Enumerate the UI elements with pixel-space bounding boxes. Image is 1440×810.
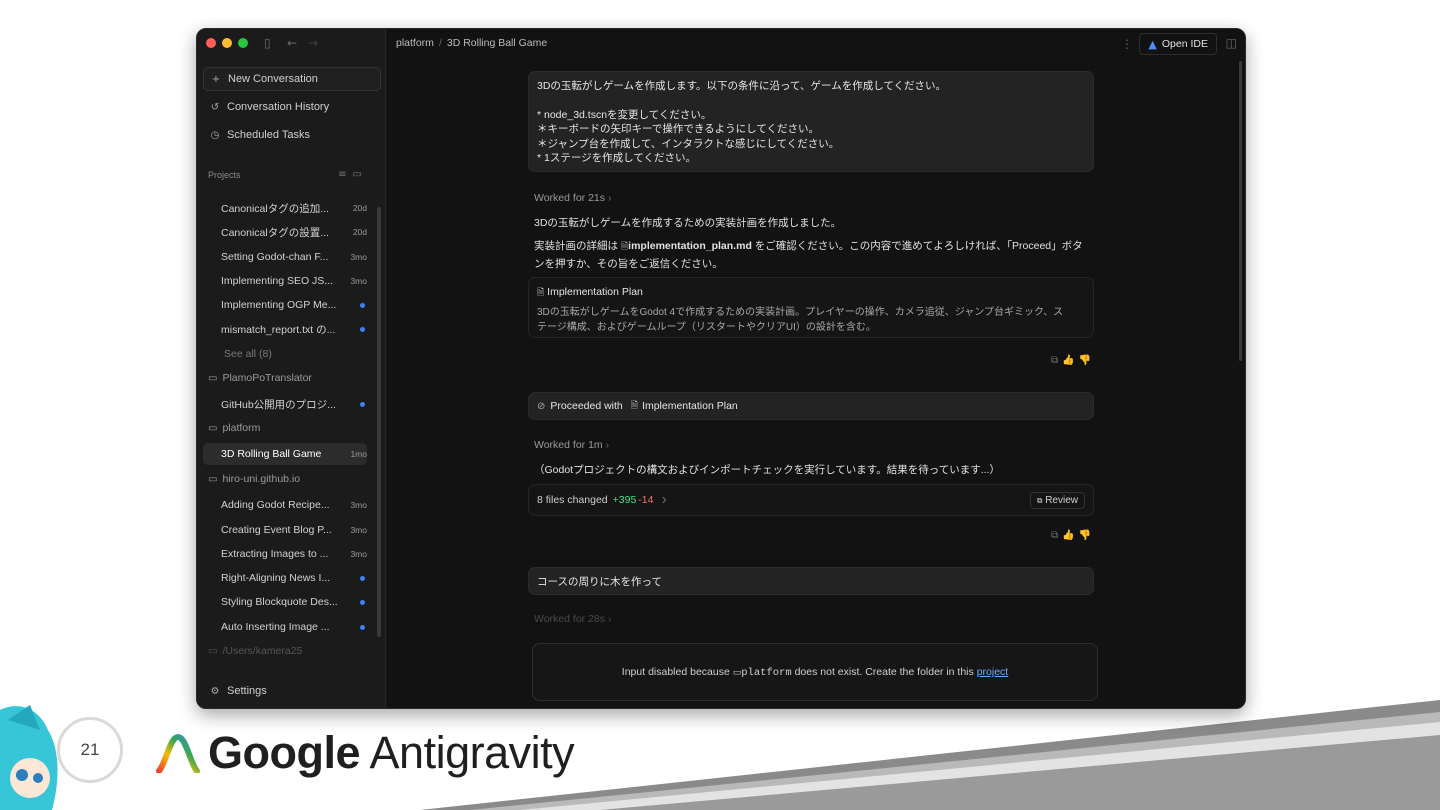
conversation-item[interactable]: Implementing SEO JS... 3mo [221, 270, 367, 292]
sidebar: ▯ ← → + New Conversation ↺ Conversation … [197, 29, 386, 708]
projects-header: Projects ≡▭ [208, 169, 368, 180]
feedback-actions: ⧉👍👎 [1051, 530, 1095, 541]
clock-icon: ◷ [210, 129, 220, 141]
worked-duration[interactable]: Worked for 28s › [534, 613, 611, 625]
thumbs-down-icon[interactable]: 👎 [1079, 355, 1095, 366]
folder-icon: ▭ [732, 668, 742, 678]
filter-icon[interactable]: ≡ [338, 169, 352, 180]
conversation-item[interactable]: Canonicalタグの設置... 20d [221, 221, 367, 243]
file-icon: 🗎 [537, 288, 545, 298]
breadcrumb: platform/3D Rolling Ball Game [396, 37, 548, 49]
close-window-button[interactable] [206, 38, 216, 48]
back-arrow-icon[interactable]: ← [287, 36, 297, 50]
conversation-item[interactable]: Setting Godot-chan F... 3mo [221, 246, 367, 268]
unread-badge [360, 326, 365, 332]
more-options-icon[interactable]: ⋮ [1121, 37, 1133, 51]
conversation-item[interactable]: Auto Inserting Image ... [221, 616, 367, 638]
folder-icon: ▭ [208, 473, 218, 485]
unread-badge [360, 302, 365, 308]
worked-duration[interactable]: Worked for 1m › [534, 439, 609, 451]
minimize-window-button[interactable] [222, 38, 232, 48]
unread-badge [360, 624, 365, 630]
conversation-item[interactable]: Styling Blockquote Des... [221, 591, 367, 613]
new-folder-icon[interactable]: ▭ [353, 169, 368, 180]
files-changed-row[interactable]: 8 files changed +395 -14 › ⧉ Review [528, 484, 1094, 516]
thumbs-up-icon[interactable]: 👍 [1062, 355, 1078, 366]
project-link[interactable]: project [977, 666, 1009, 678]
breadcrumb-page: 3D Rolling Ball Game [446, 37, 548, 49]
unread-badge [360, 401, 365, 407]
conversation-history-link[interactable]: ↺ Conversation History [203, 96, 379, 118]
page-number: 21 [57, 717, 123, 783]
user-message: コースの周りに木を作って [528, 567, 1094, 595]
gear-icon: ⚙ [210, 685, 220, 697]
see-all-link[interactable]: See all (8) [224, 343, 370, 365]
conversation-item[interactable]: Extracting Images to ... 3mo [221, 543, 367, 565]
implementation-plan-card[interactable]: 🗎 Implementation Plan 3Dの玉転がしゲームをGodot 4… [528, 277, 1094, 338]
chevron-right-icon: › [661, 491, 667, 508]
history-icon: ↺ [210, 101, 220, 113]
assistant-text: 3Dの玉転がしゲームを作成するための実装計画を作成しました。 [534, 217, 842, 229]
forward-arrow-icon[interactable]: → [308, 36, 318, 50]
scheduled-tasks-link[interactable]: ◷ Scheduled Tasks [203, 124, 379, 146]
conversation-item[interactable]: Implementing OGP Me... [221, 294, 367, 316]
maximize-window-button[interactable] [238, 38, 248, 48]
conversation-item[interactable]: Creating Event Blog P... 3mo [221, 519, 367, 541]
antigravity-logo-icon: ▲ [1148, 37, 1157, 51]
conversation-item[interactable]: Canonicalタグの追加... 20d [221, 197, 367, 219]
antigravity-logo-icon [156, 733, 200, 773]
plus-icon: + [211, 73, 221, 85]
conversation-item[interactable]: mismatch_report.txt の... [221, 318, 367, 340]
unread-badge [360, 599, 365, 605]
proceeded-notice: ⊘ Proceeded with 🗎 Implementation Plan [528, 392, 1094, 420]
review-button[interactable]: ⧉ Review [1029, 491, 1085, 509]
conversation-item[interactable]: GitHub公開用のプロジ... [221, 393, 367, 415]
plan-link[interactable]: Implementation Plan [642, 400, 738, 412]
open-ide-button[interactable]: ▲ Open IDE [1139, 33, 1217, 55]
assistant-text: （Godotプロジェクトの構文およびインポートチェックを実行しています。結果を待… [534, 464, 1000, 476]
project-folder[interactable]: ▭ PlamoPoTranslator [208, 368, 368, 388]
check-circle-icon: ⊘ [537, 400, 546, 412]
top-bar: platform/3D Rolling Ball Game ⋮ ▲ Open I… [386, 29, 1245, 59]
brand-logo: Google Antigravity [156, 727, 575, 779]
project-folder[interactable]: ▭ platform [208, 418, 368, 438]
conversation-item[interactable]: Right-Aligning News I... [221, 567, 367, 589]
worked-duration[interactable]: Worked for 21s › [534, 192, 611, 204]
folder-icon: ▭ [208, 372, 218, 384]
app-window: ▯ ← → + New Conversation ↺ Conversation … [196, 28, 1246, 709]
conversation-item-active[interactable]: 3D Rolling Ball Game 1mo [203, 443, 367, 465]
project-folder[interactable]: ▭ hiro-uni.github.io [208, 469, 368, 489]
breadcrumb-root[interactable]: platform [396, 37, 434, 49]
settings-button[interactable]: ⚙ Settings [203, 680, 379, 702]
assistant-text: 実装計画の詳細は 🗎implementation_plan.md をご確認くださ… [534, 240, 1083, 270]
copy-icon[interactable]: ⧉ [1051, 530, 1062, 541]
feedback-actions: ⧉👍👎 [1051, 355, 1095, 366]
toggle-sidebar-icon[interactable]: ▯ [264, 36, 271, 50]
chat-scrollbar[interactable] [1239, 61, 1242, 361]
review-icon: ⧉ [1036, 495, 1043, 505]
unread-badge [360, 575, 365, 581]
chat-panel: platform/3D Rolling Ball Game ⋮ ▲ Open I… [386, 29, 1245, 708]
sidebar-scrollbar[interactable] [377, 207, 381, 637]
folder-icon: ▭ [208, 422, 218, 434]
project-folder[interactable]: ▭/Users/kamera25 [208, 641, 368, 661]
conversation-item[interactable]: Adding Godot Recipe... 3mo [221, 494, 367, 516]
folder-icon: ▭ [208, 645, 218, 657]
thumbs-up-icon[interactable]: 👍 [1062, 530, 1078, 541]
chat-input-disabled: Input disabled because ▭platform does no… [532, 643, 1098, 701]
toggle-panel-icon[interactable]: ◫ [1226, 36, 1237, 50]
file-icon: 🗎 [630, 401, 639, 411]
file-link[interactable]: implementation_plan.md [628, 240, 752, 252]
copy-icon[interactable]: ⧉ [1051, 355, 1062, 366]
thumbs-down-icon[interactable]: 👎 [1079, 530, 1095, 541]
user-message: 3Dの玉転がしゲームを作成します。以下の条件に沿って、ゲームを作成してください。… [528, 71, 1094, 172]
new-conversation-button[interactable]: + New Conversation [203, 67, 381, 91]
